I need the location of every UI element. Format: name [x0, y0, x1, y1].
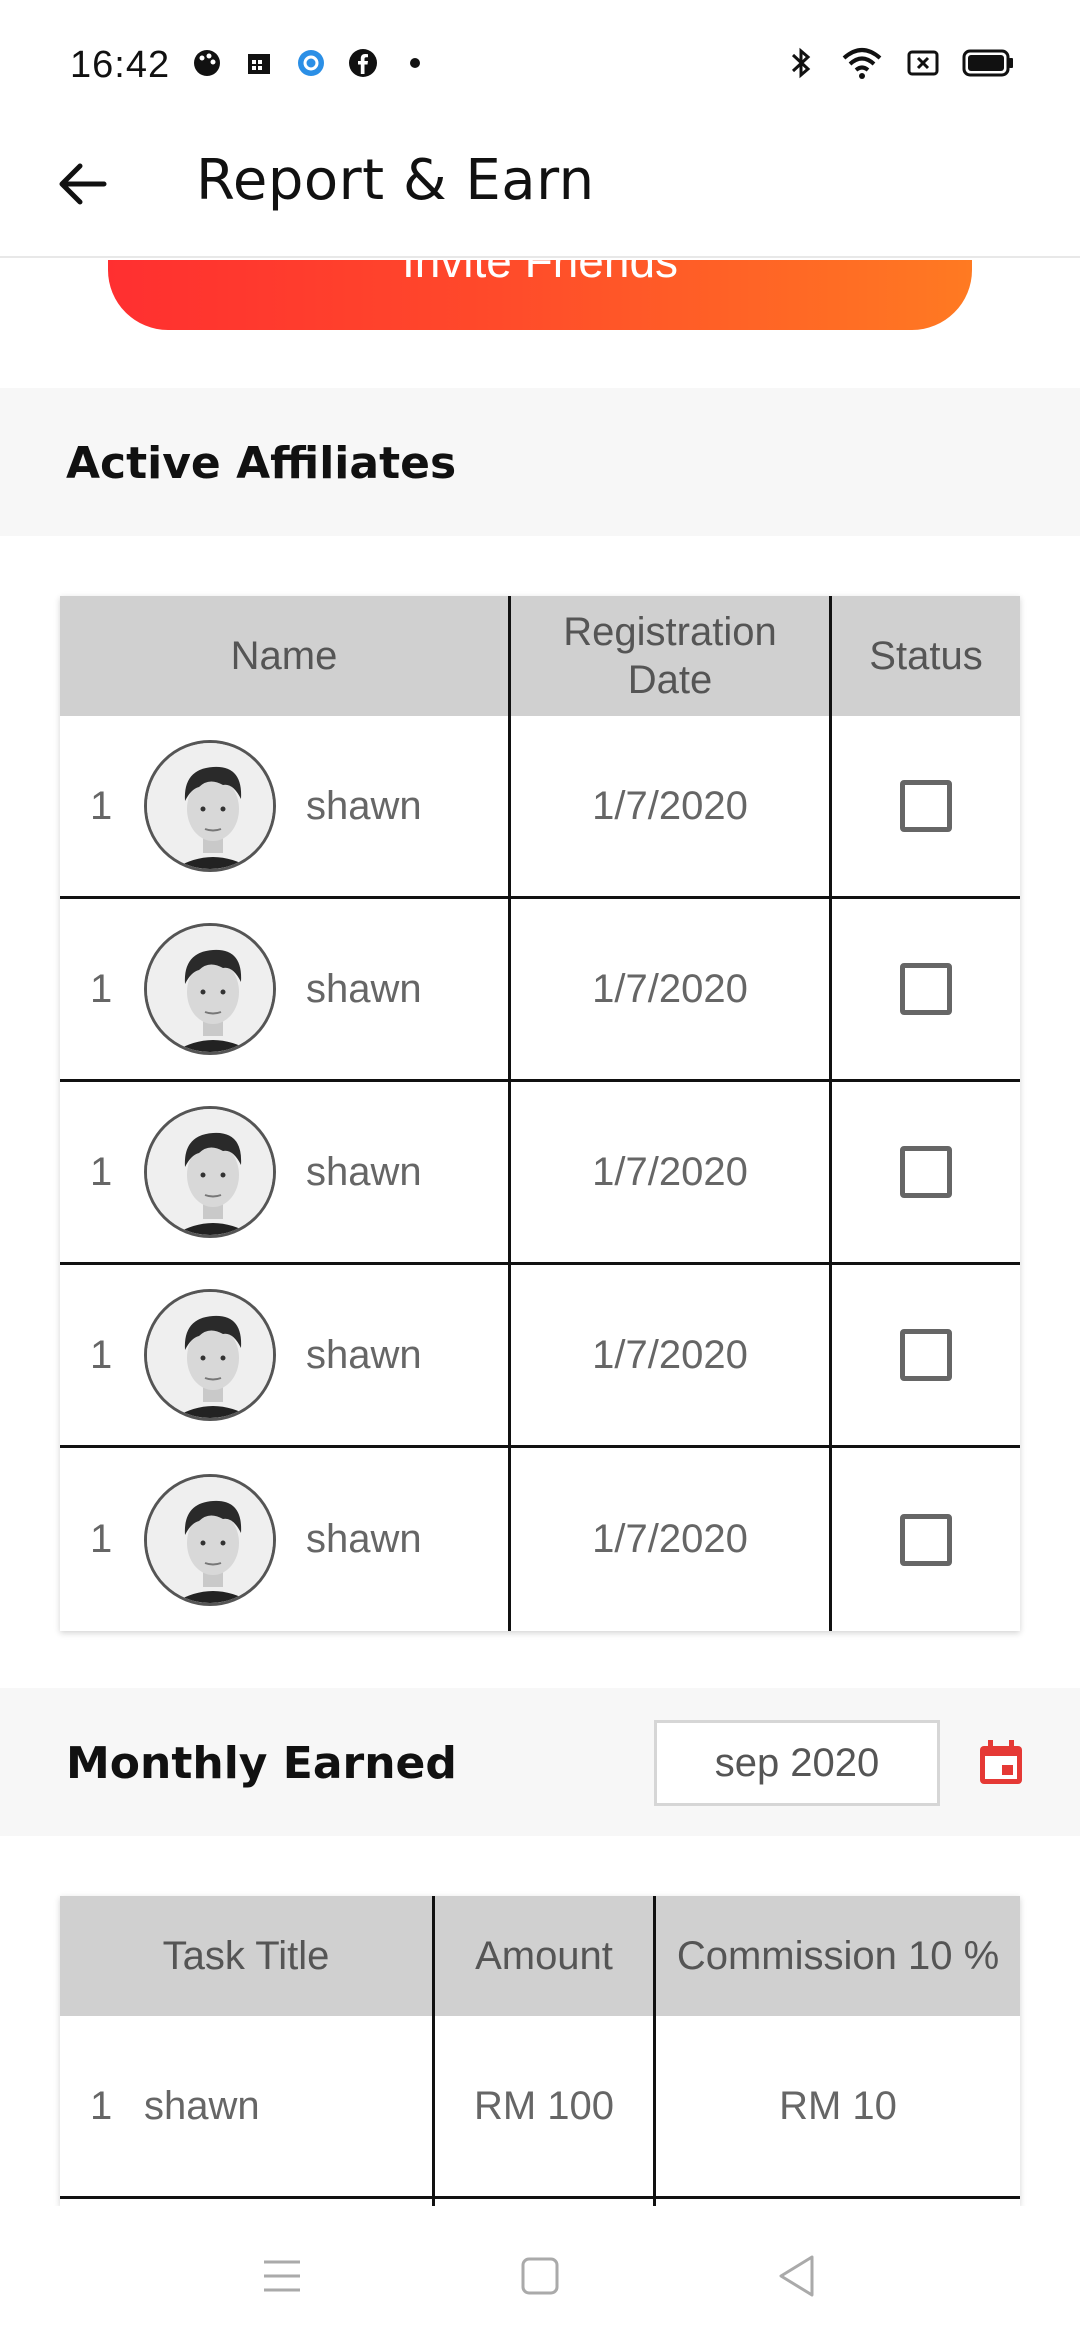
registration-date: 1/7/2020	[508, 1448, 829, 1631]
menu-icon	[264, 2260, 300, 2292]
menu-button[interactable]	[252, 2246, 312, 2306]
invite-friends-button[interactable]: Invite Friends	[108, 260, 972, 330]
status-checkbox[interactable]	[900, 1513, 952, 1566]
row-number: 1	[90, 783, 113, 828]
monthly-title: Monthly Earned	[66, 1738, 457, 1789]
row-number: 1	[90, 2083, 113, 2128]
status-time: 16:42	[70, 44, 171, 86]
table-row: 1 shawn 1/7/2020	[60, 899, 1020, 1082]
affiliates-table: Name Registration Date Status 1 shawn 1/…	[60, 596, 1020, 1631]
avatar	[144, 1473, 276, 1606]
calendar-icon[interactable]	[976, 1738, 1026, 1788]
month-picker-field[interactable]: sep 2020	[654, 1720, 940, 1806]
amount-value: RM 100	[432, 2016, 653, 2196]
row-number: 1	[90, 966, 113, 1011]
avatar	[144, 1289, 276, 1421]
status-checkbox[interactable]	[900, 780, 952, 832]
bluetooth-icon	[784, 46, 818, 80]
calendar-grid-icon	[242, 46, 276, 80]
status-checkbox[interactable]	[900, 963, 952, 1015]
commission-value: RM 10	[653, 2016, 1020, 2196]
affiliates-table-header: Name Registration Date Status	[60, 596, 1020, 716]
back-triangle-icon	[779, 2255, 814, 2297]
table-row: 1 shawn 1/7/2020	[60, 1082, 1020, 1265]
circle-target-icon	[294, 46, 328, 80]
notification-icons	[190, 46, 432, 80]
palette-icon	[190, 46, 224, 80]
home-button[interactable]	[510, 2246, 570, 2306]
monthly-earned-table: Task Title Amount Commission 10 % 1 shaw…	[60, 1896, 1020, 2206]
sim-off-icon	[906, 46, 940, 80]
affiliate-name: shawn	[306, 1332, 422, 1377]
avatar	[144, 740, 276, 872]
header-registration-date: Registration Date	[508, 596, 829, 716]
status-checkbox[interactable]	[900, 1146, 952, 1198]
dot-icon	[398, 46, 432, 80]
monthly-section-header: Monthly Earned sep 2020	[0, 1688, 1080, 1836]
affiliate-name: shawn	[306, 966, 422, 1011]
back-button[interactable]	[50, 152, 114, 216]
status-checkbox[interactable]	[900, 1329, 952, 1381]
header-amount: Amount	[432, 1896, 653, 2016]
registration-date: 1/7/2020	[508, 899, 829, 1079]
page-title: Report & Earn	[196, 148, 595, 213]
table-row: 1 shawn 1/7/2020	[60, 1448, 1020, 1631]
system-navigation-bar	[0, 2206, 1080, 2340]
affiliate-name: shawn	[306, 1149, 422, 1194]
affiliates-section-header: Active Affiliates	[0, 388, 1080, 536]
header-task-title: Task Title	[162, 1934, 330, 1978]
row-number: 1	[90, 1149, 113, 1194]
back-nav-button[interactable]	[766, 2246, 826, 2306]
header-name: Name	[230, 634, 338, 678]
table-row: 1 shawn RM 100 RM 10	[60, 2016, 1020, 2199]
status-bar: 16:42	[0, 0, 1080, 130]
affiliate-name: shawn	[306, 1517, 422, 1561]
affiliate-name: shawn	[306, 783, 422, 828]
table-row-partial	[60, 2199, 1020, 2206]
table-row: 1 shawn 1/7/2020	[60, 1265, 1020, 1448]
registration-date: 1/7/2020	[508, 1082, 829, 1262]
monthly-table-header: Task Title Amount Commission 10 %	[60, 1896, 1020, 2016]
home-square-icon	[521, 2257, 559, 2295]
task-title: shawn	[144, 2083, 260, 2128]
invite-friends-label: Invite Friends	[401, 260, 679, 287]
arrow-left-icon	[59, 163, 107, 205]
table-row: 1 shawn 1/7/2020	[60, 716, 1020, 899]
avatar	[144, 923, 276, 1055]
header-commission: Commission 10 %	[653, 1896, 1020, 2016]
app-bar: Report & Earn	[0, 130, 1080, 258]
row-number: 1	[90, 1517, 113, 1561]
wifi-icon	[840, 46, 884, 80]
affiliates-title: Active Affiliates	[66, 438, 457, 489]
invite-button-area: Invite Friends	[0, 260, 1080, 388]
registration-date: 1/7/2020	[508, 716, 829, 896]
facebook-icon	[346, 46, 380, 80]
header-status: Status	[829, 596, 1020, 716]
avatar	[144, 1106, 276, 1238]
registration-date: 1/7/2020	[508, 1265, 829, 1445]
row-number: 1	[90, 1332, 113, 1377]
system-icons	[784, 46, 1014, 80]
battery-icon	[962, 46, 1014, 80]
